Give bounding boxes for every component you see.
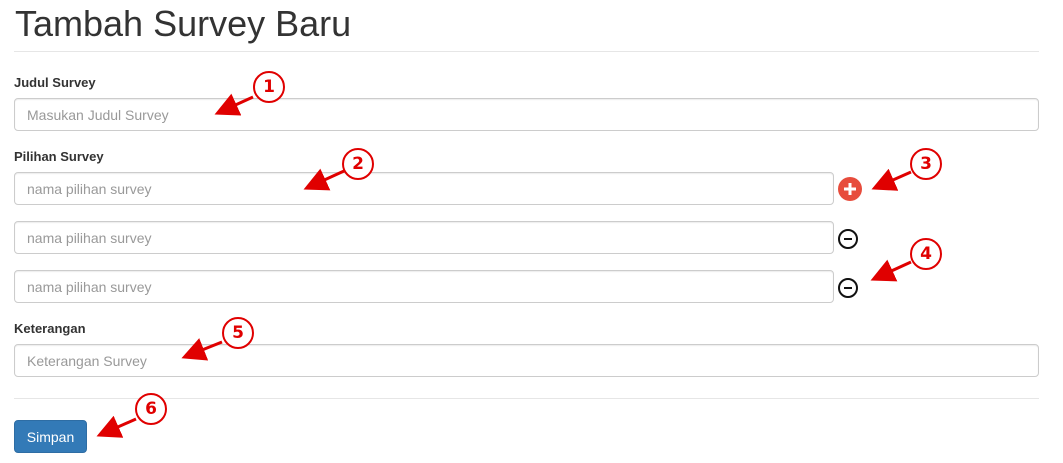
survey-title-input[interactable] (14, 98, 1039, 131)
annotation-callout-1: 1 (253, 71, 285, 103)
annotation-callout-6: 6 (135, 393, 167, 425)
remove-option-button-2[interactable] (838, 229, 858, 249)
annotation-arrow-6 (96, 415, 137, 438)
minus-icon (844, 238, 852, 240)
form-divider (14, 398, 1039, 399)
annotation-callout-2: 2 (342, 148, 374, 180)
survey-option-input-3[interactable] (14, 270, 834, 303)
minus-icon (844, 287, 852, 289)
annotation-arrow-4 (870, 259, 912, 282)
survey-options-label: Pilihan Survey (14, 149, 104, 164)
page: Tambah Survey Baru Judul Survey Pilihan … (0, 0, 1063, 463)
save-button[interactable]: Simpan (14, 420, 87, 453)
remove-option-button-3[interactable] (838, 278, 858, 298)
title-divider (14, 51, 1039, 52)
plus-icon (844, 183, 856, 195)
survey-option-input-1[interactable] (14, 172, 834, 205)
add-option-button[interactable] (838, 177, 862, 201)
annotation-arrow-3 (871, 168, 912, 191)
annotation-callout-4: 4 (910, 238, 942, 270)
survey-option-input-2[interactable] (14, 221, 834, 254)
annotation-callout-3: 3 (910, 148, 942, 180)
description-label: Keterangan (14, 321, 86, 336)
description-input[interactable] (14, 344, 1039, 377)
page-title: Tambah Survey Baru (15, 3, 352, 44)
survey-title-label: Judul Survey (14, 75, 96, 90)
annotation-callout-5: 5 (222, 317, 254, 349)
